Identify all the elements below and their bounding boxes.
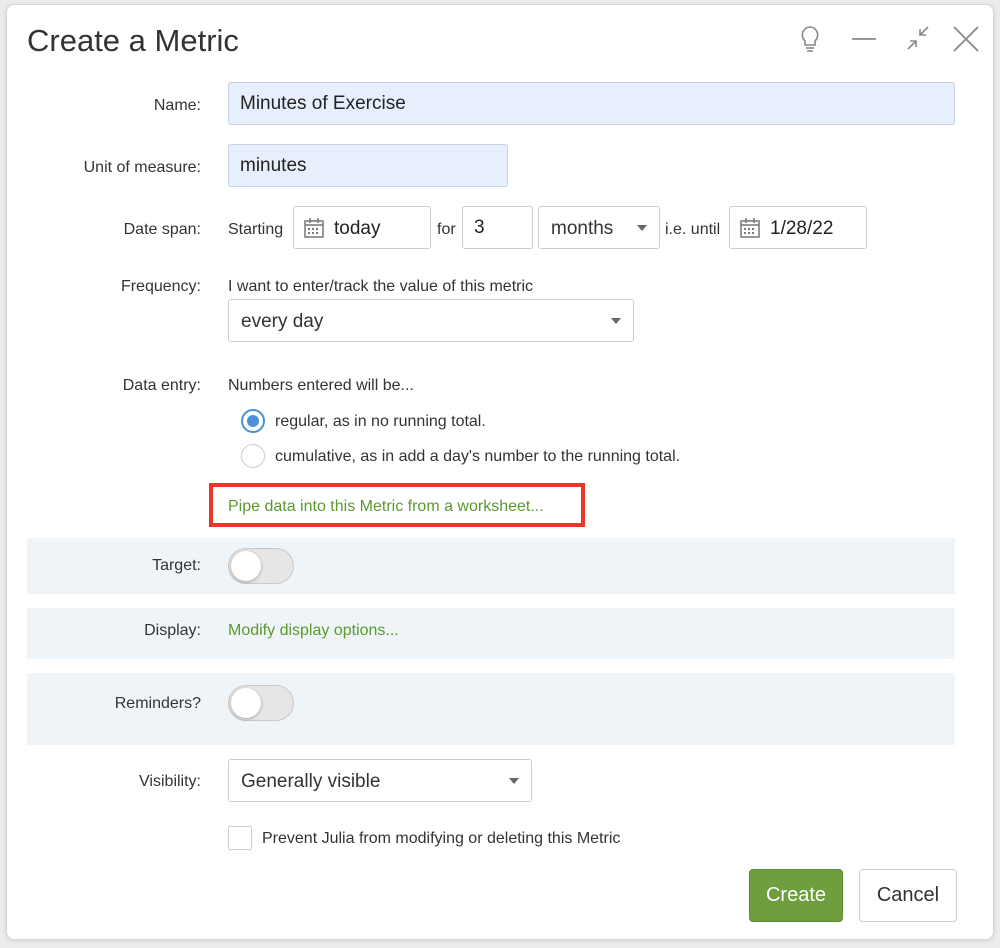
create-button[interactable]: Create	[749, 869, 843, 922]
pipe-data-link[interactable]: Pipe data into this Metric from a worksh…	[228, 498, 544, 516]
target-label: Target:	[152, 557, 201, 574]
reminders-toggle[interactable]	[228, 685, 294, 721]
dialog-title: Create a Metric	[27, 23, 239, 58]
target-toggle[interactable]	[228, 548, 294, 584]
duration-period-value: months	[551, 218, 614, 239]
radio-regular-label: regular, as in no running total.	[275, 413, 486, 430]
modify-display-link[interactable]: Modify display options...	[228, 622, 399, 640]
radio-regular[interactable]	[241, 409, 265, 433]
start-date-value: today	[334, 218, 381, 239]
visibility-select[interactable]: Generally visible	[228, 759, 532, 802]
name-label: Name:	[153, 97, 201, 114]
visibility-label: Visibility:	[139, 773, 201, 790]
end-date-field[interactable]: 1/28/22	[729, 206, 867, 249]
start-date-field[interactable]: today	[293, 206, 431, 249]
chevron-down-icon	[637, 225, 647, 231]
starting-text: Starting	[228, 221, 284, 238]
data-entry-label: Data entry:	[122, 377, 201, 394]
frequency-select[interactable]: every day	[228, 299, 634, 342]
calendar-icon	[304, 218, 324, 238]
unit-label: Unit of measure:	[83, 159, 201, 176]
create-metric-dialog: Create a Metric Name: Unit of measure: D…	[6, 4, 994, 940]
minimize-icon[interactable]	[847, 21, 881, 57]
reminders-label: Reminders?	[114, 695, 201, 712]
close-icon[interactable]	[949, 21, 983, 57]
date-span-label: Date span:	[123, 221, 201, 238]
chevron-down-icon	[509, 778, 519, 784]
prevent-checkbox[interactable]	[228, 826, 252, 850]
radio-cumulative[interactable]	[241, 444, 265, 468]
visibility-value: Generally visible	[241, 771, 381, 792]
radio-cumulative-label: cumulative, as in add a day's number to …	[275, 448, 681, 465]
duration-period-select[interactable]: months	[538, 206, 660, 249]
lightbulb-icon[interactable]	[793, 21, 827, 57]
frequency-value: every day	[241, 311, 324, 332]
shrink-icon[interactable]	[901, 21, 935, 57]
name-input[interactable]	[228, 82, 955, 125]
prevent-checkbox-label: Prevent Julia from modifying or deleting…	[262, 830, 621, 847]
unit-input[interactable]	[228, 144, 508, 187]
display-label: Display:	[144, 622, 201, 639]
calendar-icon	[740, 218, 760, 238]
until-text: i.e. until	[665, 221, 721, 238]
duration-count-input[interactable]	[462, 206, 533, 249]
data-entry-description: Numbers entered will be...	[228, 377, 414, 394]
for-text: for	[437, 221, 456, 238]
frequency-description: I want to enter/track the value of this …	[228, 278, 534, 295]
chevron-down-icon	[611, 318, 621, 324]
end-date-value: 1/28/22	[770, 218, 834, 239]
frequency-label: Frequency:	[120, 278, 201, 295]
cancel-button[interactable]: Cancel	[859, 869, 957, 922]
